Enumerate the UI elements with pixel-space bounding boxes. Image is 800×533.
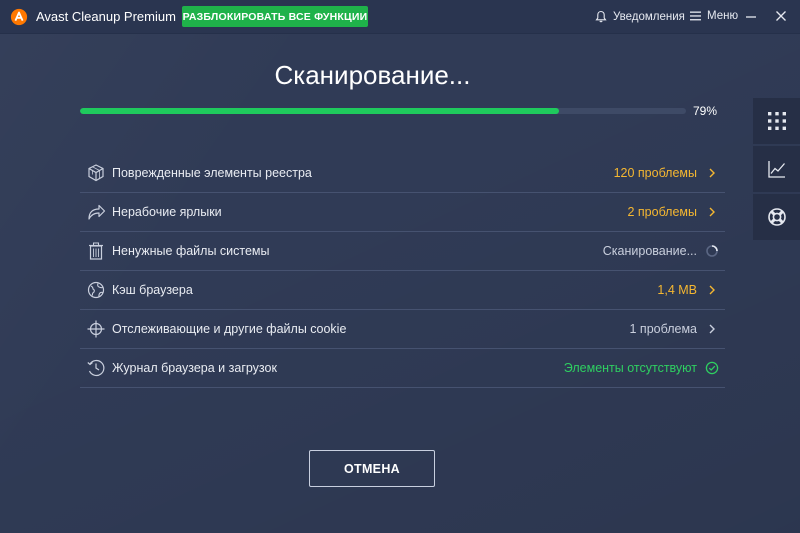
spinner-icon [706,245,718,257]
crosshair-icon [87,320,105,338]
result-status: 1 проблема [629,322,698,336]
avast-logo [10,8,28,26]
scan-progress-percent: 79% [693,104,718,118]
chart-icon [767,161,785,178]
cancel-button[interactable]: ОТМЕНА [309,450,435,487]
result-label: Отслеживающие и другие файлы cookie [112,322,347,336]
result-label: Журнал браузера и загрузок [112,361,277,375]
result-label: Кэш браузера [112,283,193,297]
scan-results-list: Поврежденные элементы реестра 120 пробле… [80,154,725,388]
chevron-right-icon [709,207,715,217]
bell-icon [595,10,607,23]
result-status: Сканирование... [602,244,697,258]
result-status: 1,4 МВ [657,283,697,297]
chevron-right-icon [709,285,715,295]
menu-label: Меню [707,10,739,22]
result-row-registry[interactable]: Поврежденные элементы реестра 120 пробле… [80,154,725,193]
result-row-tracking-cookies[interactable]: Отслеживающие и другие файлы cookie 1 пр… [80,310,725,349]
globe-icon [87,281,105,299]
side-panel [753,98,800,242]
minimize-icon[interactable] [743,8,759,24]
chevron-right-icon [709,324,715,334]
close-icon[interactable] [773,8,789,24]
notifications-button[interactable]: Уведомления [595,10,685,23]
menu-button[interactable]: Меню [690,10,738,22]
check-circle-icon [705,361,719,375]
shortcut-arrow-icon [88,204,106,220]
scan-heading: Сканирование... [274,60,471,90]
app-title: Avast Cleanup Premium [36,9,176,24]
trash-icon [89,242,103,260]
scan-progress-bar [80,108,686,114]
result-row-browser-history[interactable]: Журнал браузера и загрузок Элементы отсу… [80,349,725,388]
side-grid-button[interactable] [753,98,800,144]
result-status: 120 проблемы [613,166,697,180]
notifications-label: Уведомления [613,10,685,23]
lifebuoy-icon [767,208,786,226]
grid-icon [767,112,786,130]
app-window: Avast Cleanup Premium РАЗБЛОКИРОВАТЬ ВСЕ… [0,0,800,533]
result-row-browser-cache[interactable]: Кэш браузера 1,4 МВ [80,271,725,310]
side-chart-button[interactable] [753,146,800,192]
title-bar: Avast Cleanup Premium РАЗБЛОКИРОВАТЬ ВСЕ… [0,0,800,34]
result-row-system-junk[interactable]: Ненужные файлы системы Сканирование... [80,232,725,271]
registry-cube-icon [88,164,104,182]
unlock-all-features-button[interactable]: РАЗБЛОКИРОВАТЬ ВСЕ ФУНКЦИИ [182,6,368,27]
side-help-button[interactable] [753,194,800,240]
result-label: Ненужные файлы системы [112,244,270,258]
result-status: 2 проблемы [627,205,697,219]
chevron-right-icon [709,168,715,178]
result-label: Поврежденные элементы реестра [112,166,312,180]
result-status: Элементы отсутствуют [563,361,697,375]
result-row-shortcuts[interactable]: Нерабочие ярлыки 2 проблемы [80,193,725,232]
scan-progress-fill [80,108,559,114]
hamburger-icon [690,11,701,21]
result-label: Нерабочие ярлыки [112,205,222,219]
history-clock-icon [87,359,105,377]
